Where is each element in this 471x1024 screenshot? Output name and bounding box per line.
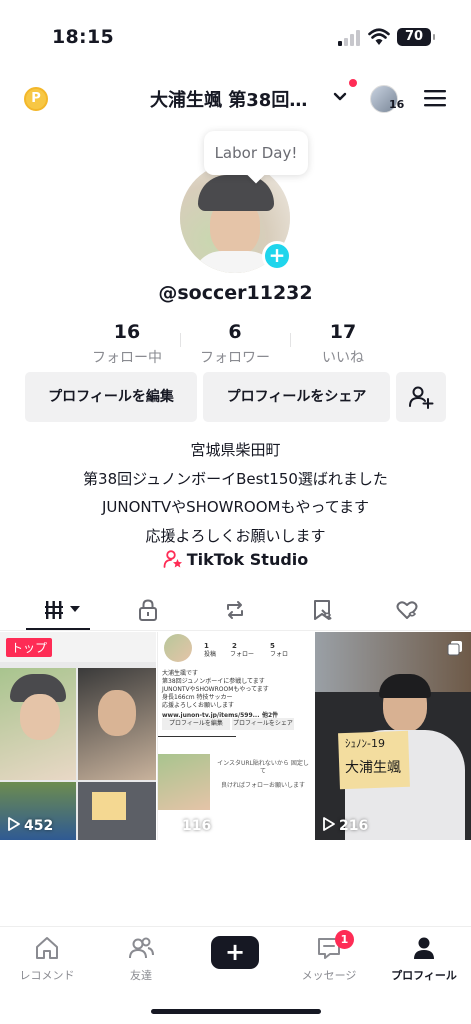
studio-icon: [163, 550, 182, 568]
profile-icon: [414, 937, 434, 959]
tab-reposts[interactable]: [188, 590, 282, 630]
battery-indicator: 70: [397, 28, 435, 46]
home-icon: [36, 937, 58, 959]
status-bar: 18:15 70: [0, 0, 471, 70]
chevron-down-icon[interactable]: [333, 92, 347, 102]
bio: 宮城県柴田町 第38回ジュノンボーイBest150選ばれました JUNONTVや…: [0, 436, 471, 550]
tab-videos[interactable]: [18, 590, 112, 630]
view-count: 216: [323, 817, 368, 834]
studio-label: TikTok Studio: [186, 550, 309, 569]
divider: [0, 630, 471, 631]
play-icon: [166, 817, 178, 831]
friends-icon: [129, 937, 154, 959]
bookmark-hidden-icon: [314, 600, 332, 620]
video-tile[interactable]: トップ 452: [0, 632, 156, 840]
nav-inbox[interactable]: メッセージ: [282, 935, 376, 983]
home-indicator[interactable]: [151, 1009, 321, 1014]
bio-line: JUNONTVやSHOWROOMもやってます: [102, 498, 369, 516]
multi-photo-icon: [447, 641, 462, 656]
pinned-badge: トップ: [6, 638, 53, 657]
divider: [180, 333, 181, 347]
coin-icon[interactable]: P: [24, 87, 48, 111]
play-icon: [323, 817, 335, 831]
add-friend-button[interactable]: [396, 372, 446, 422]
add-story-button[interactable]: +: [262, 241, 292, 271]
tiktok-studio-link[interactable]: TikTok Studio: [0, 549, 471, 569]
view-count: 452: [8, 817, 53, 834]
lock-icon: [139, 599, 157, 621]
view-count: 116: [166, 817, 211, 834]
story-avatar-count: 16: [389, 98, 405, 111]
status-tooltip[interactable]: Labor Day!: [204, 131, 308, 175]
menu-icon[interactable]: [424, 89, 446, 107]
repost-icon: [227, 601, 243, 619]
stat-followers[interactable]: 6 フォロワー: [185, 321, 285, 367]
notification-dot: [349, 79, 357, 87]
stat-following[interactable]: 16 フォロー中: [77, 321, 177, 367]
tab-private[interactable]: [101, 590, 195, 630]
create-button[interactable]: +: [207, 936, 263, 969]
video-tile[interactable]: ｼｭﾉﾝ-19 大浦生颯 216: [315, 632, 471, 840]
share-profile-button[interactable]: プロフィールをシェア: [203, 372, 390, 422]
nav-friends[interactable]: 友達: [94, 935, 188, 983]
add-user-icon: [409, 386, 434, 409]
account-switcher-title[interactable]: 大浦生颯 第38回…: [150, 86, 307, 112]
bio-line: 宮城県柴田町: [190, 441, 281, 459]
nav-profile[interactable]: プロフィール: [377, 935, 471, 983]
video-tile[interactable]: 1 2 5 投稿 フォロー フォロ 大浦生颯です 第38回ジュノンボーイに参戦し…: [157, 632, 313, 840]
edit-profile-button[interactable]: プロフィールを編集: [25, 372, 197, 422]
heart-hidden-icon: [396, 601, 418, 619]
bio-line: 第38回ジュノンボーイBest150選ばれました: [83, 469, 388, 488]
message-badge: 1: [335, 930, 354, 949]
bio-line: 応援よろしくお願いします: [145, 526, 326, 545]
divider: [290, 333, 291, 347]
play-icon: [8, 817, 20, 831]
wifi-icon: [368, 28, 390, 45]
plus-icon: +: [224, 938, 246, 966]
tab-saved[interactable]: [275, 590, 369, 630]
tab-liked[interactable]: [360, 590, 454, 630]
caret-down-icon: [70, 606, 80, 612]
stat-likes[interactable]: 17 いいね: [293, 321, 393, 367]
grid-icon: [45, 601, 63, 619]
username: @soccer11232: [158, 282, 313, 304]
status-time: 18:15: [52, 26, 114, 48]
signal-icon: [338, 30, 360, 46]
nav-home[interactable]: レコメンド: [0, 935, 94, 983]
